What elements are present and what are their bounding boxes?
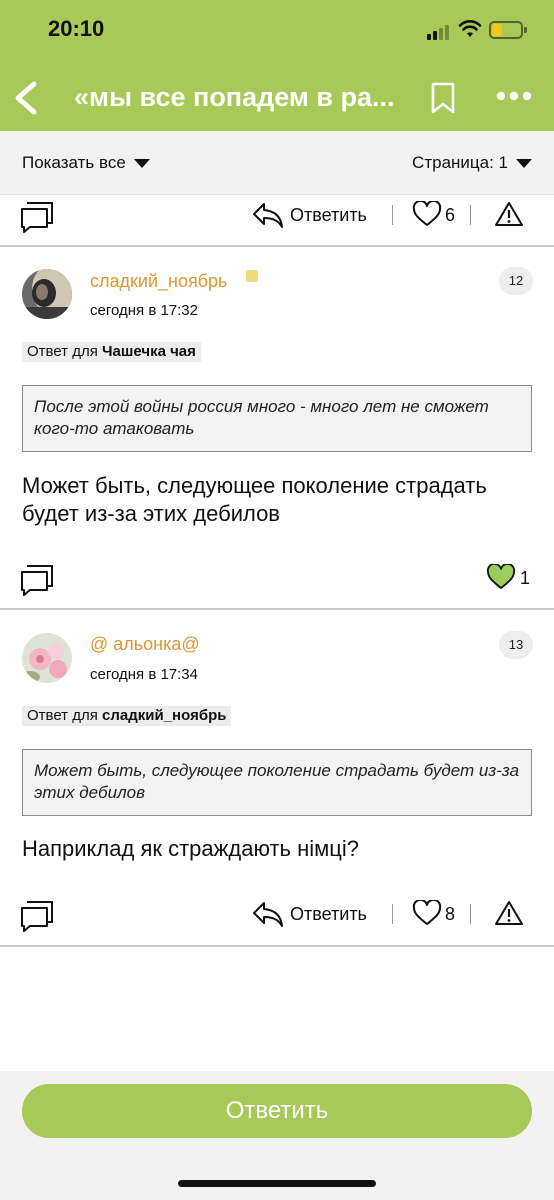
wifi-icon — [458, 20, 482, 37]
post-number-badge: 13 — [499, 631, 533, 659]
reply-to-tag[interactable]: Ответ для Чашечка чая — [22, 342, 201, 362]
page-title: «мы все попадем в ра... — [74, 82, 395, 112]
battery-level — [492, 24, 502, 36]
divider — [0, 245, 554, 247]
reply-button[interactable]: Ответить — [22, 1084, 532, 1138]
page-label: Страница: 1 — [412, 153, 508, 172]
avatar[interactable] — [22, 269, 72, 319]
heart-icon[interactable] — [412, 900, 442, 926]
post-actions-previous: Ответить 6 — [0, 195, 554, 247]
divider — [0, 608, 554, 610]
comments-icon[interactable] — [20, 900, 54, 932]
post-actions: Ответить 8 — [0, 896, 554, 948]
quote-block: Может быть, следующее поколение страдать… — [22, 749, 532, 816]
post-actions: 1 — [0, 560, 554, 612]
quote-block: После этой войны россия много - много ле… — [22, 385, 532, 452]
comments-icon[interactable] — [20, 201, 54, 233]
reply-link[interactable]: Ответить — [290, 904, 367, 925]
caret-down-icon — [516, 158, 532, 168]
reply-to-user[interactable]: Чашечка чая — [102, 343, 196, 360]
reply-arrow-icon[interactable] — [252, 900, 284, 928]
username[interactable]: @ альонка@ — [90, 634, 200, 655]
show-all-label: Показать все — [22, 153, 126, 172]
warning-icon[interactable] — [494, 201, 524, 227]
page-dropdown[interactable]: Страница: 1 — [412, 153, 532, 173]
reply-to-user[interactable]: сладкий_ноябрь — [102, 707, 226, 724]
post-time: сегодня в 17:34 — [90, 666, 198, 683]
comments-icon[interactable] — [20, 564, 54, 596]
post-number-badge: 12 — [499, 267, 533, 295]
reply-link[interactable]: Ответить — [290, 205, 367, 226]
post-text: Наприклад як страждають німці? — [22, 836, 359, 861]
divider — [0, 945, 554, 947]
like-count: 6 — [445, 205, 456, 225]
back-button[interactable] — [8, 78, 42, 118]
caret-down-icon — [133, 158, 150, 168]
cellular-signal-icon — [427, 24, 453, 40]
status-time: 20:10 — [48, 16, 105, 41]
filter-bar: Показать все Страница: 1 — [0, 131, 554, 195]
avatar[interactable] — [22, 633, 72, 683]
heart-icon[interactable] — [412, 201, 442, 227]
reply-to-tag[interactable]: Ответ для сладкий_ноябрь — [22, 706, 232, 726]
heart-liked-icon[interactable] — [486, 564, 516, 590]
warning-icon[interactable] — [494, 900, 524, 926]
show-all-dropdown[interactable]: Показать все — [22, 153, 150, 173]
online-indicator — [246, 270, 258, 282]
post-text: Может быть, следующее поколение страдать… — [22, 473, 487, 526]
like-count: 8 — [445, 904, 456, 924]
like-count: 1 — [520, 568, 531, 588]
reply-arrow-icon[interactable] — [252, 201, 284, 229]
post-time: сегодня в 17:32 — [90, 302, 198, 319]
username[interactable]: сладкий_ноябрь — [90, 271, 227, 292]
more-options-button[interactable] — [496, 86, 532, 106]
bookmark-button[interactable] — [430, 82, 456, 114]
home-indicator[interactable] — [178, 1180, 376, 1187]
